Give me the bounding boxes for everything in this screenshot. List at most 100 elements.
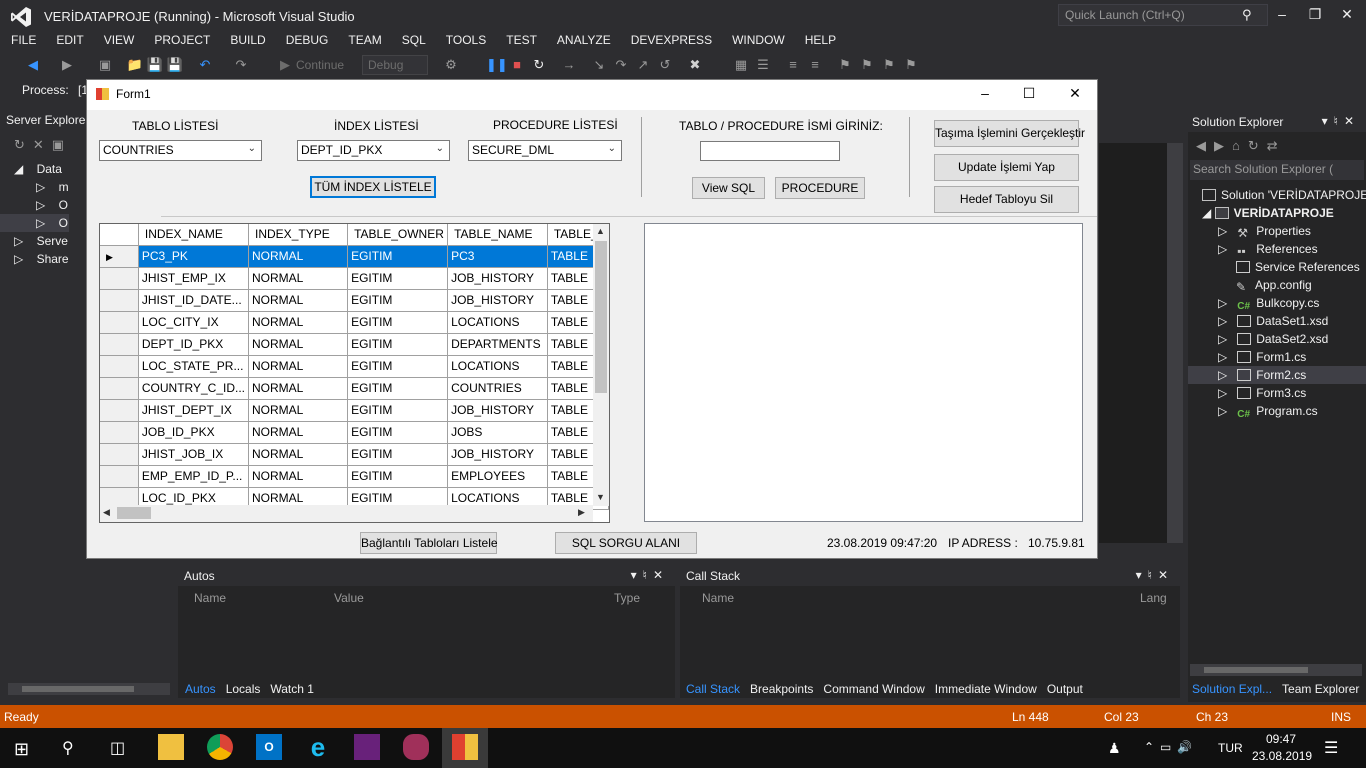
clear-bookmarks-icon[interactable]: ⚑ [902, 56, 920, 74]
grid-cell[interactable]: JOB_HISTORY [447, 399, 548, 422]
grid-cell[interactable]: EGITIM [347, 355, 449, 378]
menu-sql[interactable]: SQL [391, 32, 435, 52]
baglantili-tablolari-listele-button[interactable]: Bağlantılı Tabloları Listele [360, 532, 498, 554]
grid-col-table-name[interactable]: TABLE_NAME [447, 224, 548, 246]
table-row[interactable]: DEPT_ID_PKX NORMAL EGITIM DEPARTMENTS TABLE [100, 333, 609, 356]
grid-cell[interactable]: NORMAL [248, 399, 349, 422]
sql-sorgu-alani-button[interactable]: SQL SORGU ALANI [555, 532, 697, 554]
tree-item-m[interactable]: ▷ m [14, 178, 69, 196]
grid-cell[interactable]: PC3_PK [138, 245, 250, 268]
grid-horizontal-scrollbar[interactable]: ◀ ▶ [100, 505, 593, 522]
grid-cell[interactable]: EMPLOYEES [447, 465, 548, 488]
grid-cell[interactable]: NORMAL [248, 311, 349, 334]
grid-cell[interactable]: PC3 [447, 245, 548, 268]
minimize-button[interactable]: – [1272, 6, 1292, 26]
scroll-thumb[interactable] [117, 507, 151, 519]
redo-icon[interactable]: ↷ [232, 56, 250, 74]
visual-studio-taskbar-icon[interactable] [354, 734, 380, 760]
grid-cell[interactable]: NORMAL [248, 465, 349, 488]
row-header[interactable] [100, 465, 139, 488]
notifications-icon[interactable]: ☰ [1324, 738, 1338, 758]
grid-cell[interactable]: JOB_HISTORY [447, 267, 548, 290]
solution-scrollbar[interactable] [1190, 664, 1362, 676]
show-next-icon[interactable]: → [560, 56, 578, 74]
save-icon[interactable]: 💾 [146, 56, 164, 74]
grid-col-index-name[interactable]: INDEX_NAME [138, 224, 250, 246]
row-header[interactable] [100, 333, 139, 356]
dataset1-node[interactable]: ▷ DataSet1.xsd [1188, 312, 1366, 330]
scroll-right-icon[interactable]: ▶ [578, 507, 585, 518]
tray-icons[interactable]: ⌃▭🔊 [1144, 740, 1198, 754]
autos-col-type[interactable]: Type [614, 588, 640, 608]
save-all-icon[interactable]: 💾 [166, 56, 184, 74]
tab-locals[interactable]: Locals [226, 682, 261, 696]
task-view-icon[interactable]: ◫ [110, 738, 125, 758]
table-row[interactable]: LOC_CITY_IX NORMAL EGITIM LOCATIONS TABLE [100, 311, 609, 334]
language-indicator[interactable]: TUR [1218, 741, 1243, 755]
grid-corner[interactable] [100, 224, 139, 246]
outlook-icon[interactable]: O [256, 734, 282, 760]
table-row[interactable]: JOB_ID_PKX NORMAL EGITIM JOBS TABLE [100, 421, 609, 444]
grid-cell[interactable]: NORMAL [248, 267, 349, 290]
tasima-button[interactable]: Taşıma İşlemini Gerçekleştir [934, 120, 1085, 147]
restore-button[interactable]: ❐ [1305, 6, 1325, 26]
program-node[interactable]: ▷ C# Program.cs [1188, 402, 1366, 420]
form-close-button[interactable]: ✕ [1065, 85, 1085, 105]
tree-item-data[interactable]: ◢ Data [14, 160, 69, 178]
scroll-thumb[interactable] [595, 241, 607, 393]
menu-devexpress[interactable]: DEVEXPRESS [620, 32, 721, 52]
grid-cell[interactable]: LOC_CITY_IX [138, 311, 250, 334]
comment-icon[interactable]: ≡ [784, 56, 802, 74]
references-node[interactable]: ▷ ▪▪ References [1188, 240, 1366, 258]
grid-cell[interactable]: EGITIM [347, 443, 449, 466]
step-out-icon[interactable]: ↗ [634, 56, 652, 74]
row-header[interactable] [100, 355, 139, 378]
row-header[interactable] [100, 443, 139, 466]
debug-target-icon[interactable]: ⚙ [442, 56, 460, 74]
grid-cell[interactable]: EGITIM [347, 377, 449, 400]
continue-label[interactable]: Continue [296, 58, 344, 72]
menu-edit[interactable]: EDIT [45, 32, 92, 52]
dataset2-node[interactable]: ▷ DataSet2.xsd [1188, 330, 1366, 348]
grid-cell[interactable]: NORMAL [248, 245, 349, 268]
grid-cell[interactable]: COUNTRY_C_ID... [138, 377, 250, 400]
undo-icon[interactable]: ↶ [196, 56, 214, 74]
row-header[interactable] [100, 289, 139, 312]
grid-cell[interactable]: EGITIM [347, 333, 449, 356]
grid-cell[interactable]: NORMAL [248, 443, 349, 466]
menu-view[interactable]: VIEW [93, 32, 144, 52]
quick-launch-input[interactable]: Quick Launch (Ctrl+Q) [1058, 4, 1268, 26]
grid-cell[interactable]: EGITIM [347, 267, 449, 290]
grid-cell[interactable]: EGITIM [347, 399, 449, 422]
editor-scrollbar[interactable] [1167, 143, 1183, 543]
uncomment-icon[interactable]: ≡ [806, 56, 824, 74]
index-datagrid[interactable]: INDEX_NAME INDEX_TYPE TABLE_OWNER TABLE_… [99, 223, 610, 523]
clock-time[interactable]: 09:47 [1266, 732, 1296, 746]
service-references-node[interactable]: Service References [1188, 258, 1366, 276]
row-header[interactable] [100, 311, 139, 334]
continue-icon[interactable]: ▶ [276, 56, 294, 74]
grid-cell[interactable]: DEPT_ID_PKX [138, 333, 250, 356]
solution-search-input[interactable]: Search Solution Explorer ( [1190, 160, 1364, 180]
clock-date[interactable]: 23.08.2019 [1252, 749, 1312, 763]
grid-cell[interactable]: COUNTRIES [447, 377, 548, 400]
solution-root[interactable]: Solution 'VERİDATAPROJE' [1188, 186, 1366, 204]
app-config-node[interactable]: ✎ App.config [1188, 276, 1366, 294]
grid-cell[interactable]: EGITIM [347, 245, 449, 268]
bookmark-icon[interactable]: ⚑ [836, 56, 854, 74]
grid-cell[interactable]: NORMAL [248, 355, 349, 378]
tab-solution-explorer[interactable]: Solution Expl... [1192, 682, 1272, 696]
bulkcopy-node[interactable]: ▷ C# Bulkcopy.cs [1188, 294, 1366, 312]
grid-cell[interactable]: EGITIM [347, 289, 449, 312]
tab-call-stack[interactable]: Call Stack [686, 682, 740, 696]
new-project-icon[interactable]: ▣ [96, 56, 114, 74]
grid-cell[interactable]: NORMAL [248, 333, 349, 356]
grid-cell[interactable]: JHIST_JOB_IX [138, 443, 250, 466]
menu-tools[interactable]: TOOLS [435, 32, 495, 52]
hedef-tabloyu-sil-button[interactable]: Hedef Tabloyu Sil [934, 186, 1079, 213]
scroll-up-icon[interactable]: ▲ [596, 226, 605, 236]
tum-index-listele-button[interactable]: TÜM İNDEX LİSTELE [310, 176, 436, 198]
grid-cell[interactable]: NORMAL [248, 289, 349, 312]
grid-col-table-owner[interactable]: TABLE_OWNER [347, 224, 449, 246]
form2-node[interactable]: ▷ Form2.cs [1188, 366, 1366, 384]
